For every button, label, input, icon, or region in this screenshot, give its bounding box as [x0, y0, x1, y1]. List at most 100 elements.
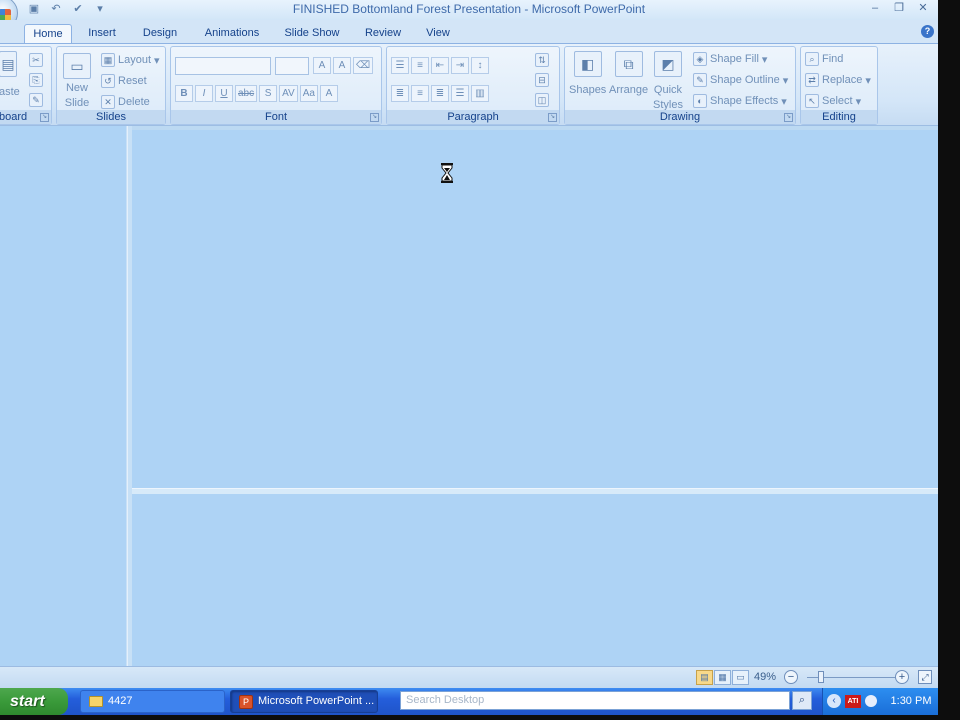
- justify-icon[interactable]: ☰: [451, 85, 469, 102]
- tab-animations[interactable]: Animations: [196, 24, 268, 43]
- window-title: FINISHED Bottomland Forest Presentation …: [0, 2, 938, 16]
- copy-icon[interactable]: ⎘: [29, 73, 43, 87]
- slide-editing-area[interactable]: [132, 130, 938, 488]
- shrink-font-button[interactable]: A: [333, 57, 351, 74]
- zoom-level[interactable]: 49%: [754, 671, 776, 683]
- format-painter-icon[interactable]: ✎: [29, 93, 43, 107]
- clear-formatting-icon[interactable]: ⌫: [353, 57, 374, 74]
- undo-icon[interactable]: ↶: [48, 2, 64, 16]
- tab-insert[interactable]: Insert: [80, 24, 124, 43]
- grow-font-button[interactable]: A: [313, 57, 331, 74]
- start-button[interactable]: start: [0, 688, 68, 715]
- shape-fill-label: Shape Fill: [710, 53, 759, 65]
- text-direction-icon[interactable]: ⇅: [535, 53, 549, 67]
- normal-view-icon[interactable]: ▤: [696, 670, 713, 685]
- find-button[interactable]: ⌕ Find: [805, 52, 843, 66]
- drawing-launcher-icon[interactable]: ↘: [784, 113, 793, 122]
- alignment-buttons: ≣ ≡ ≣ ☰ ▥: [391, 85, 489, 102]
- italic-button[interactable]: I: [195, 85, 213, 102]
- arrange-button[interactable]: ⧉ Arrange: [609, 51, 648, 96]
- customize-qat-icon[interactable]: ▾: [92, 2, 108, 16]
- shape-effects-button[interactable]: ◐ Shape Effects ▾: [693, 94, 787, 108]
- fit-to-window-icon[interactable]: ⤢: [918, 670, 932, 684]
- align-right-icon[interactable]: ≣: [431, 85, 449, 102]
- quick-styles-icon: ◩: [653, 51, 682, 77]
- restore-button[interactable]: ❐: [888, 0, 910, 16]
- shape-outline-button[interactable]: ✎ Shape Outline ▾: [693, 73, 788, 87]
- show-hidden-icons-icon[interactable]: ‹: [827, 694, 841, 708]
- application-name: Microsoft PowerPoint: [531, 2, 646, 16]
- delete-button[interactable]: ✕ Delete: [101, 95, 150, 109]
- bold-button[interactable]: B: [175, 85, 193, 102]
- ribbon-tabs: Home Insert Design Animations Slide Show…: [0, 20, 938, 43]
- messenger-tray-icon[interactable]: [865, 695, 877, 707]
- change-case-button[interactable]: Aa: [299, 85, 318, 102]
- slides-pane[interactable]: [0, 126, 127, 666]
- tab-review[interactable]: Review: [358, 24, 408, 43]
- search-icon[interactable]: ⌕: [792, 691, 812, 710]
- replace-button[interactable]: ⇄ Replace ▾: [805, 73, 871, 87]
- shape-fill-button[interactable]: ◈ Shape Fill ▾: [693, 52, 767, 66]
- view-buttons: ▤ ▦ ▭: [696, 670, 749, 685]
- taskbar-item-folder[interactable]: 4427: [80, 690, 225, 713]
- shape-effects-icon: ◐: [693, 94, 707, 108]
- columns-icon[interactable]: ▥: [471, 85, 489, 102]
- paragraph-launcher-icon[interactable]: ↘: [548, 113, 557, 122]
- strikethrough-button[interactable]: abc: [235, 85, 258, 102]
- notes-pane[interactable]: [132, 494, 938, 666]
- desktop-search-input[interactable]: Search Desktop: [400, 691, 790, 710]
- help-icon[interactable]: ?: [921, 25, 934, 38]
- align-center-icon[interactable]: ≡: [411, 85, 429, 102]
- shadow-button[interactable]: S: [259, 85, 278, 102]
- shape-outline-dropdown-icon: ▾: [782, 74, 789, 87]
- bullets-icon[interactable]: ☰: [391, 57, 409, 74]
- clipboard-launcher-icon[interactable]: ↘: [40, 113, 49, 122]
- close-button[interactable]: ✕: [912, 0, 934, 16]
- zoom-in-button[interactable]: +: [895, 670, 909, 684]
- line-spacing-icon[interactable]: ↕: [471, 57, 489, 74]
- folder-icon: [89, 696, 103, 707]
- decrease-indent-icon[interactable]: ⇤: [431, 57, 449, 74]
- slides-group-label: Slides: [57, 110, 165, 124]
- tab-design[interactable]: Design: [136, 24, 184, 43]
- increase-indent-icon[interactable]: ⇥: [451, 57, 469, 74]
- save-icon[interactable]: ▣: [26, 2, 42, 16]
- status-bar: ▤ ▦ ▭ 49% − + ⤢: [0, 666, 938, 688]
- layout-button[interactable]: ▦ Layout ▾: [101, 53, 160, 67]
- zoom-out-button[interactable]: −: [784, 670, 798, 684]
- character-spacing-button[interactable]: AV: [279, 85, 298, 102]
- numbering-icon[interactable]: ≡: [411, 57, 429, 74]
- font-group-label: Font: [171, 110, 381, 124]
- shape-effects-dropdown-icon: ▾: [781, 95, 787, 108]
- shapes-label: Shapes: [569, 84, 607, 96]
- tab-view[interactable]: View: [418, 24, 458, 43]
- smartart-icon[interactable]: ◫: [535, 93, 549, 107]
- zoom-slider-thumb[interactable]: [818, 671, 824, 683]
- quick-styles-button[interactable]: ◩ Quick Styles: [653, 51, 683, 111]
- slide-sorter-view-icon[interactable]: ▦: [714, 670, 731, 685]
- align-text-icon[interactable]: ⊟: [535, 73, 549, 87]
- tab-slide-show[interactable]: Slide Show: [278, 24, 346, 43]
- font-color-button[interactable]: A: [319, 85, 338, 102]
- select-button[interactable]: ↖ Select ▾: [805, 94, 861, 108]
- font-launcher-icon[interactable]: ↘: [370, 113, 379, 122]
- tab-home[interactable]: Home: [24, 24, 72, 43]
- paste-button[interactable]: ▤ aste: [0, 51, 20, 98]
- shapes-button[interactable]: ◧ Shapes: [569, 51, 606, 96]
- screen-bottom-edge: [0, 715, 938, 720]
- spelling-icon[interactable]: ✔: [70, 2, 86, 16]
- paragraph-group-label: Paragraph: [387, 110, 559, 124]
- clock[interactable]: 1:30 PM: [885, 688, 937, 715]
- align-left-icon[interactable]: ≣: [391, 85, 409, 102]
- taskbar-item-powerpoint[interactable]: P Microsoft PowerPoint ...: [230, 690, 378, 713]
- reset-button[interactable]: ↺ Reset: [101, 74, 147, 88]
- cut-icon[interactable]: ✂: [29, 53, 43, 67]
- taskbar-item-label: Microsoft PowerPoint ...: [258, 695, 375, 707]
- slide-show-view-icon[interactable]: ▭: [732, 670, 749, 685]
- new-slide-button[interactable]: ▭ New Slide: [63, 53, 91, 109]
- font-name-combo[interactable]: [175, 57, 271, 75]
- minimize-button[interactable]: –: [864, 0, 886, 16]
- ati-tray-icon[interactable]: ATI: [845, 695, 861, 708]
- underline-button[interactable]: U: [215, 85, 233, 102]
- font-size-combo[interactable]: [275, 57, 309, 75]
